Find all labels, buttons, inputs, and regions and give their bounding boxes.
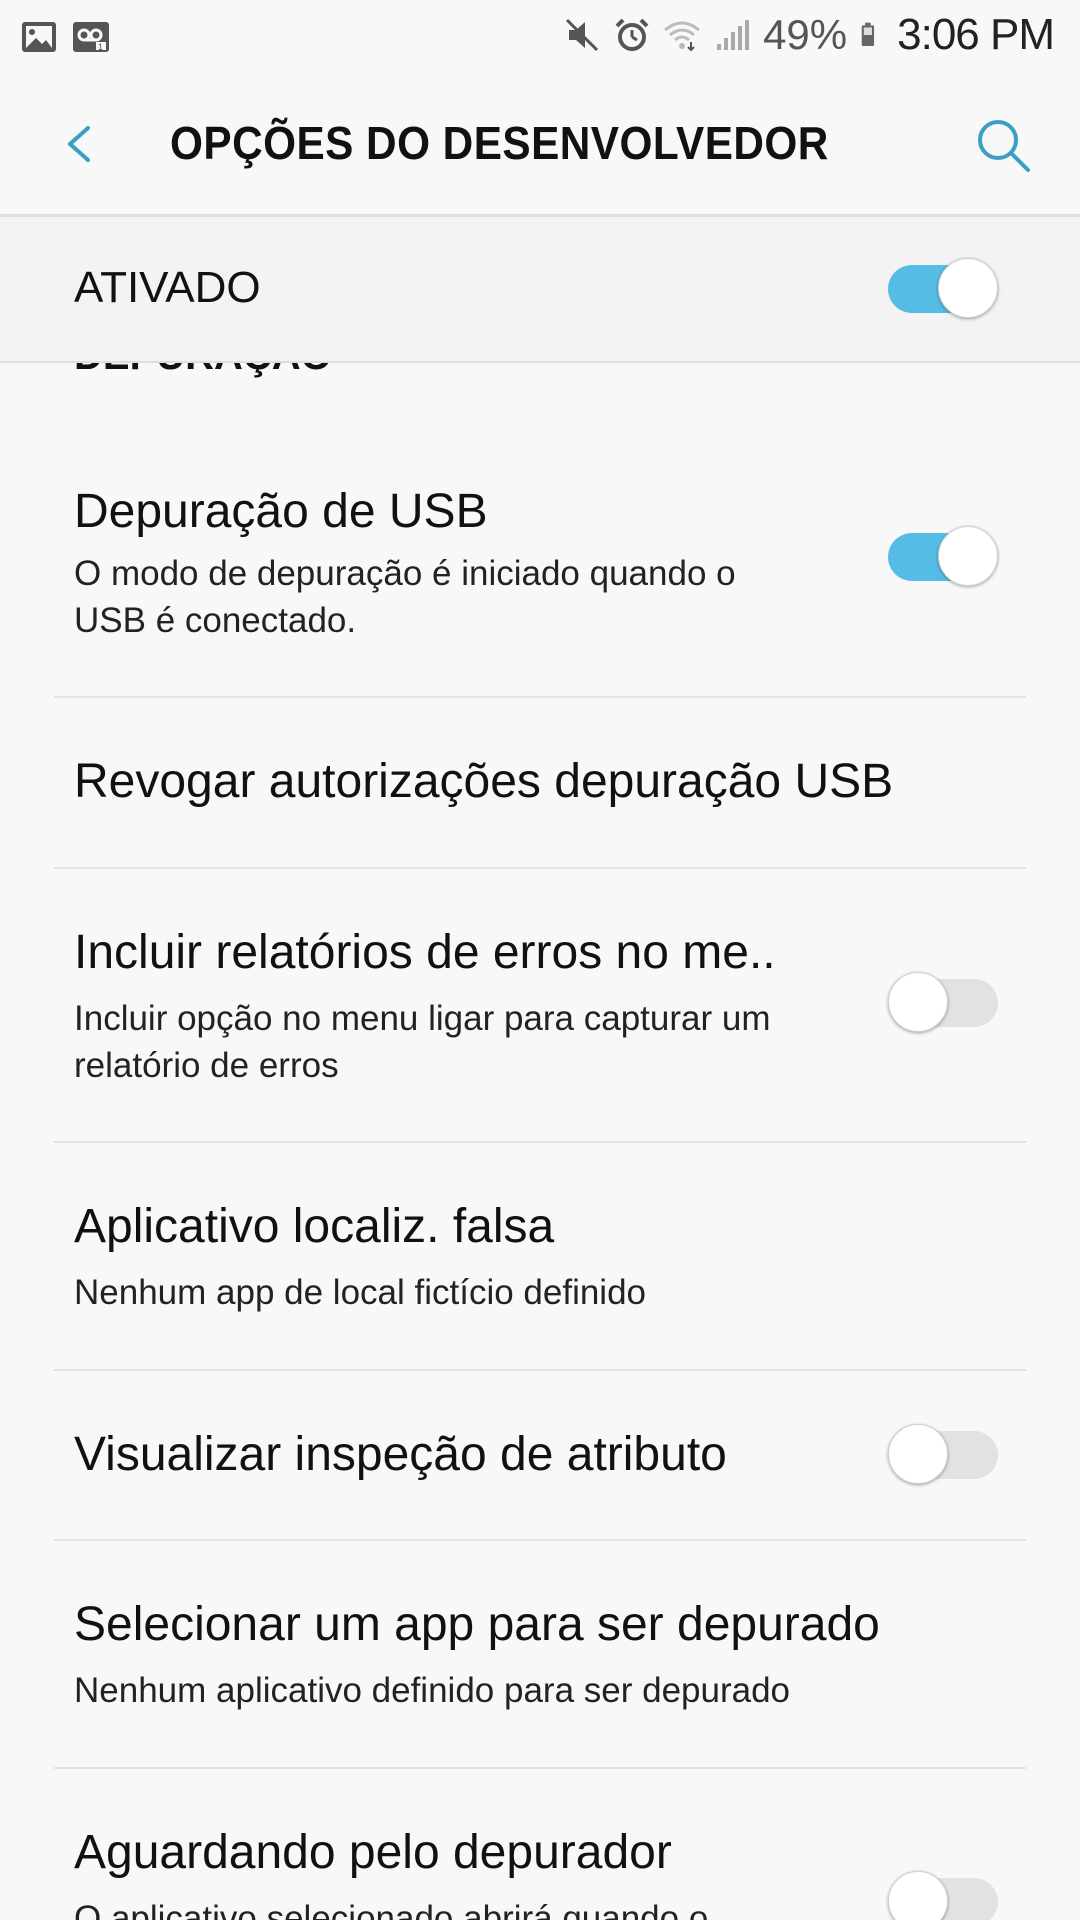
battery-percent: 49% [763,11,848,58]
setting-title: Depuração de USB [74,485,488,538]
svg-text:1: 1 [98,42,103,52]
setting-select-debug-app[interactable]: Selecionar um app para ser depurado Nenh… [0,1541,1080,1767]
setting-subtitle: Nenhum app de local fictício definido [74,1273,647,1312]
app-bar: OPÇÕES DO DESENVOLVEDOR [0,74,1080,214]
wifi-icon [664,21,701,52]
master-switch-row[interactable]: ATIVADO [0,217,1080,363]
status-time: 3:06 PM [897,10,1055,59]
image-icon [22,22,56,52]
setting-bug-report-shortcut[interactable]: Incluir relatórios de erros no me.. Incl… [0,869,1080,1141]
setting-revoke-usb-auth[interactable]: Revogar autorizações depuração USB [0,698,1080,868]
setting-title: Aguardando pelo depurador [74,1826,672,1879]
master-switch-toggle[interactable] [888,258,998,320]
mute-icon [566,18,599,52]
setting-title: Selecionar um app para ser depurado [74,1598,880,1651]
setting-title: Incluir relatórios de erros no me.. [74,926,776,979]
toggle-knob [888,972,948,1032]
toggle-knob [888,1424,948,1484]
signal-icon [717,20,750,50]
search-icon[interactable] [972,114,1034,176]
setting-subtitle: O modo de depuração é iniciado quando o … [74,554,736,640]
attribute-inspection-toggle[interactable] [888,1424,998,1486]
toggle-knob [938,526,998,586]
alarm-icon [615,18,649,51]
setting-subtitle: Nenhum aplicativo definido para ser depu… [74,1671,791,1710]
setting-title: Aplicativo localiz. falsa [74,1200,555,1253]
status-bar: 1 49% 3:06 PM [0,0,1080,74]
toggle-knob [938,258,998,318]
battery-icon [861,22,875,46]
setting-title: Visualizar inspeção de atributo [74,1428,727,1481]
master-switch-label: ATIVADO [74,263,261,312]
bug-report-toggle[interactable] [888,972,998,1034]
setting-wait-for-debugger[interactable]: Aguardando pelo depurador O aplicativo s… [0,1769,1080,1920]
usb-debugging-toggle[interactable] [888,526,998,588]
setting-subtitle: O aplicativo selecionado abrirá quando o [74,1899,709,1920]
page-title: OPÇÕES DO DESENVOLVEDOR [170,117,829,169]
setting-view-attribute-inspection[interactable]: Visualizar inspeção de atributo [0,1371,1080,1540]
setting-mock-location-app[interactable]: Aplicativo localiz. falsa Nenhum app de … [0,1143,1080,1369]
voicemail-icon: 1 [73,22,109,52]
setting-title: Revogar autorizações depuração USB [74,755,894,808]
status-right-icons: 49% 3:06 PM [563,10,1055,60]
chevron-left-icon[interactable] [52,114,112,174]
wait-for-debugger-toggle[interactable] [888,1871,998,1920]
setting-usb-debugging[interactable]: Depuração de USB O modo de depuração é i… [0,470,1080,698]
status-left-icons: 1 [20,18,110,56]
setting-subtitle: Incluir opção no menu ligar para captura… [74,999,771,1085]
